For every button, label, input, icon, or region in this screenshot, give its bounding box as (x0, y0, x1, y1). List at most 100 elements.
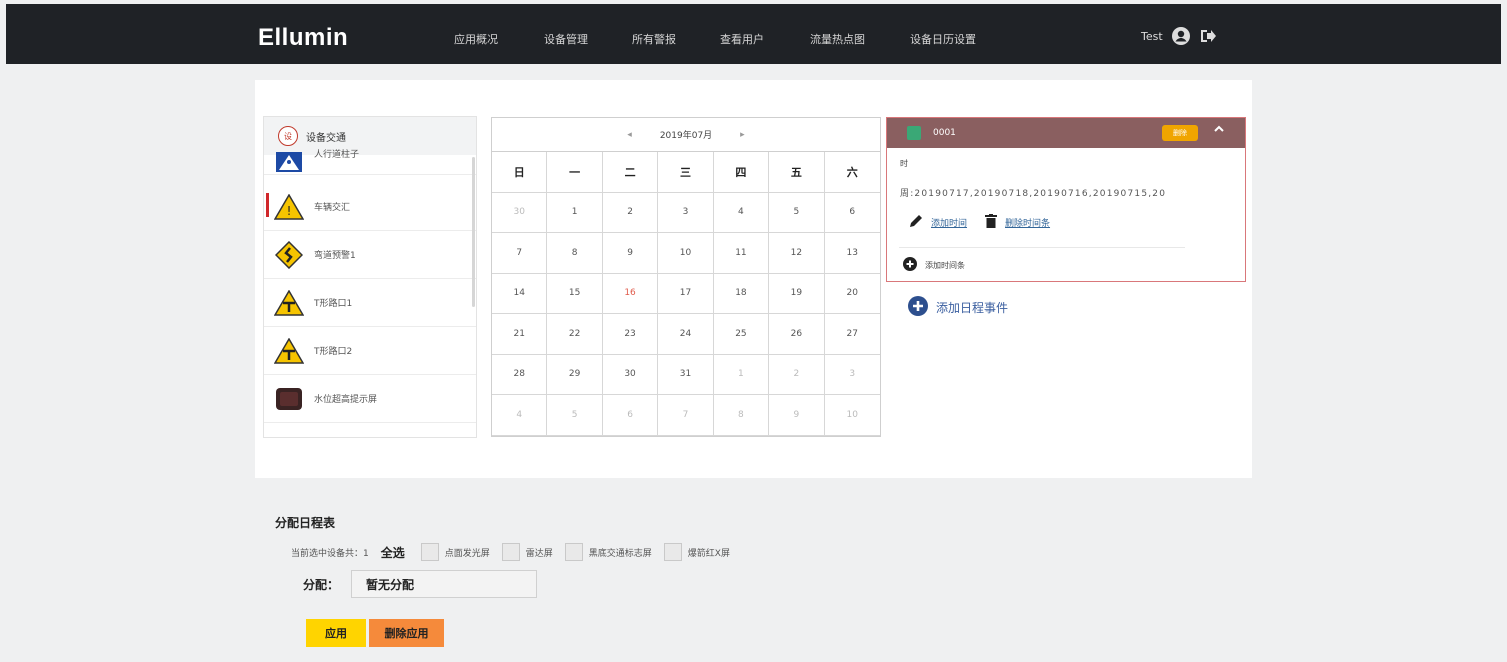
calendar-day[interactable]: 5 (547, 395, 603, 436)
calendar-day[interactable]: 11 (713, 233, 770, 274)
nav-item-users[interactable]: 查看用户 (720, 31, 764, 47)
select-all-button[interactable]: 全选 (381, 544, 405, 561)
nav-item-heatmap[interactable]: 流量热点图 (810, 31, 865, 47)
list-item[interactable]: T形路口1 (264, 279, 476, 327)
calendar-day[interactable]: 27 (824, 314, 880, 355)
calendar-grid: 日一二三四五六 30 1 2 3 4 5 6 7 8 9 10 11 12 13 14 15 16 17 18 19 20… (492, 152, 880, 436)
calendar-day[interactable]: 29 (547, 354, 603, 395)
add-event-button[interactable]: 添加日程事件 (908, 296, 1008, 319)
schedule-time-label: 时 (900, 159, 908, 168)
calendar-day[interactable]: 7 (492, 233, 548, 274)
list-item[interactable] (264, 423, 476, 437)
logout-icon[interactable] (1199, 28, 1217, 44)
device-label: T形路口1 (314, 299, 353, 309)
calendar-day[interactable]: 7 (658, 395, 714, 436)
calendar-day[interactable]: 10 (658, 233, 714, 274)
calendar-day[interactable]: 12 (769, 233, 825, 274)
calendar-day[interactable]: 3 (824, 355, 880, 395)
add-time-link[interactable]: 添加时间 (931, 216, 967, 229)
option-checkbox[interactable] (420, 543, 439, 561)
calendar-day[interactable]: 22 (547, 314, 603, 355)
calendar-day[interactable]: 28 (492, 354, 548, 395)
calendar-day[interactable]: 9 (769, 395, 825, 436)
calendar-day[interactable]: 4 (492, 395, 548, 436)
calendar-day[interactable]: 3 (658, 192, 714, 233)
calendar-day[interactable]: 2 (602, 192, 659, 233)
calendar-day[interactable]: 13 (824, 233, 880, 274)
device-label: 人行道柱子 (314, 150, 360, 160)
chevron-up-icon[interactable] (1213, 124, 1225, 137)
weekday-header: 二 (602, 152, 659, 193)
calendar-day[interactable]: 14 (492, 273, 548, 314)
weekday-header: 三 (658, 152, 714, 193)
calendar-day[interactable]: 8 (713, 395, 770, 436)
option-checkbox[interactable] (663, 543, 682, 561)
calendar-day[interactable]: 25 (713, 314, 770, 355)
calendar-day[interactable]: 8 (547, 233, 603, 274)
schedule-header[interactable]: 0001 删除 (887, 118, 1245, 148)
delete-schedule-button[interactable]: 删除 (1162, 125, 1198, 141)
user-area: Test (1141, 26, 1217, 46)
calendar-day-today[interactable]: 16 (602, 273, 659, 314)
calendar-day[interactable]: 20 (824, 274, 880, 314)
apply-button[interactable]: 应用 (306, 619, 366, 647)
calendar-day[interactable]: 26 (769, 314, 825, 355)
device-label: 弯道预警1 (314, 251, 356, 261)
device-list-scrollbar[interactable] (472, 157, 475, 307)
schedule-title: 0001 (933, 128, 956, 138)
remove-apply-button[interactable]: 删除应用 (369, 619, 444, 647)
calendar-day[interactable]: 21 (492, 314, 548, 355)
schedule-panel: 0001 删除 时 周:20190717,20190718,20190716,2… (886, 117, 1246, 282)
brand-logo[interactable]: Ellumin (258, 24, 348, 52)
calendar-day[interactable]: 9 (602, 233, 659, 274)
warning-triangle-icon: ! (274, 192, 304, 222)
device-label: 车辆交汇 (314, 203, 351, 213)
nav-item-calendar-settings[interactable]: 设备日历设置 (910, 31, 976, 47)
calendar-day[interactable]: 4 (713, 192, 770, 233)
delete-time-link[interactable]: 删除时间条 (1005, 216, 1050, 229)
top-navbar: Ellumin 应用概况 设备管理 所有警报 查看用户 流量热点图 设备日历设置… (6, 4, 1501, 64)
calendar-day[interactable]: 19 (769, 273, 825, 314)
list-item[interactable]: 水位超高提示屏 (264, 375, 476, 423)
option-label: 雷达屏 (525, 548, 553, 559)
calendar-day[interactable]: 5 (769, 192, 825, 233)
user-circle-icon[interactable] (1171, 26, 1191, 46)
add-time-bar-button[interactable]: 添加时间条 (903, 257, 965, 273)
calendar-day[interactable]: 17 (658, 273, 714, 314)
list-item[interactable]: T形路口2 (264, 327, 476, 375)
next-month-button[interactable]: ▸ (740, 130, 745, 140)
weekday-header: 四 (713, 152, 770, 193)
nav-item-device-management[interactable]: 设备管理 (544, 31, 588, 47)
list-item[interactable]: 弯道预警1 (264, 231, 476, 279)
calendar-day[interactable]: 1 (713, 354, 770, 395)
alloc-field[interactable]: 暂无分配 (351, 570, 538, 598)
calendar-day[interactable]: 6 (602, 395, 659, 436)
option-label: 点面发光屏 (444, 548, 490, 559)
user-name[interactable]: Test (1141, 30, 1163, 43)
alloc-row: 分配： 暂无分配 (303, 570, 538, 598)
calendar-day[interactable]: 24 (658, 314, 714, 355)
calendar-day[interactable]: 1 (547, 192, 603, 233)
option-checkbox[interactable] (564, 543, 583, 561)
list-item[interactable]: ! 车辆交汇 (264, 183, 476, 231)
device-list-title: 设备交通 (306, 132, 346, 144)
calendar-day[interactable]: 2 (769, 354, 825, 395)
list-item[interactable]: 人行道柱子 (264, 145, 476, 175)
trash-icon[interactable] (985, 214, 998, 231)
calendar-day[interactable]: 18 (713, 273, 770, 314)
pencil-icon[interactable] (909, 214, 923, 231)
prev-month-button[interactable]: ◂ (627, 130, 632, 140)
nav-item-alerts[interactable]: 所有警报 (632, 31, 676, 47)
calendar-day[interactable]: 6 (824, 193, 880, 233)
calendar-day[interactable]: 15 (547, 273, 603, 314)
option-checkbox[interactable] (501, 543, 520, 561)
calendar-day[interactable]: 10 (824, 395, 880, 436)
schedule-color-swatch[interactable] (907, 126, 921, 140)
calendar-day[interactable]: 31 (658, 354, 714, 395)
calendar-day[interactable]: 30 (492, 192, 548, 233)
calendar-day[interactable]: 30 (602, 354, 659, 395)
option-label: 爆箭红X屏 (687, 548, 730, 559)
calendar-day[interactable]: 23 (602, 314, 659, 355)
nav-item-overview[interactable]: 应用概况 (454, 31, 498, 47)
device-list: 设 设备交通 人行道柱子 ! 车辆交汇 弯道预警1 T形路口1 T形路口2 水位… (263, 116, 477, 438)
